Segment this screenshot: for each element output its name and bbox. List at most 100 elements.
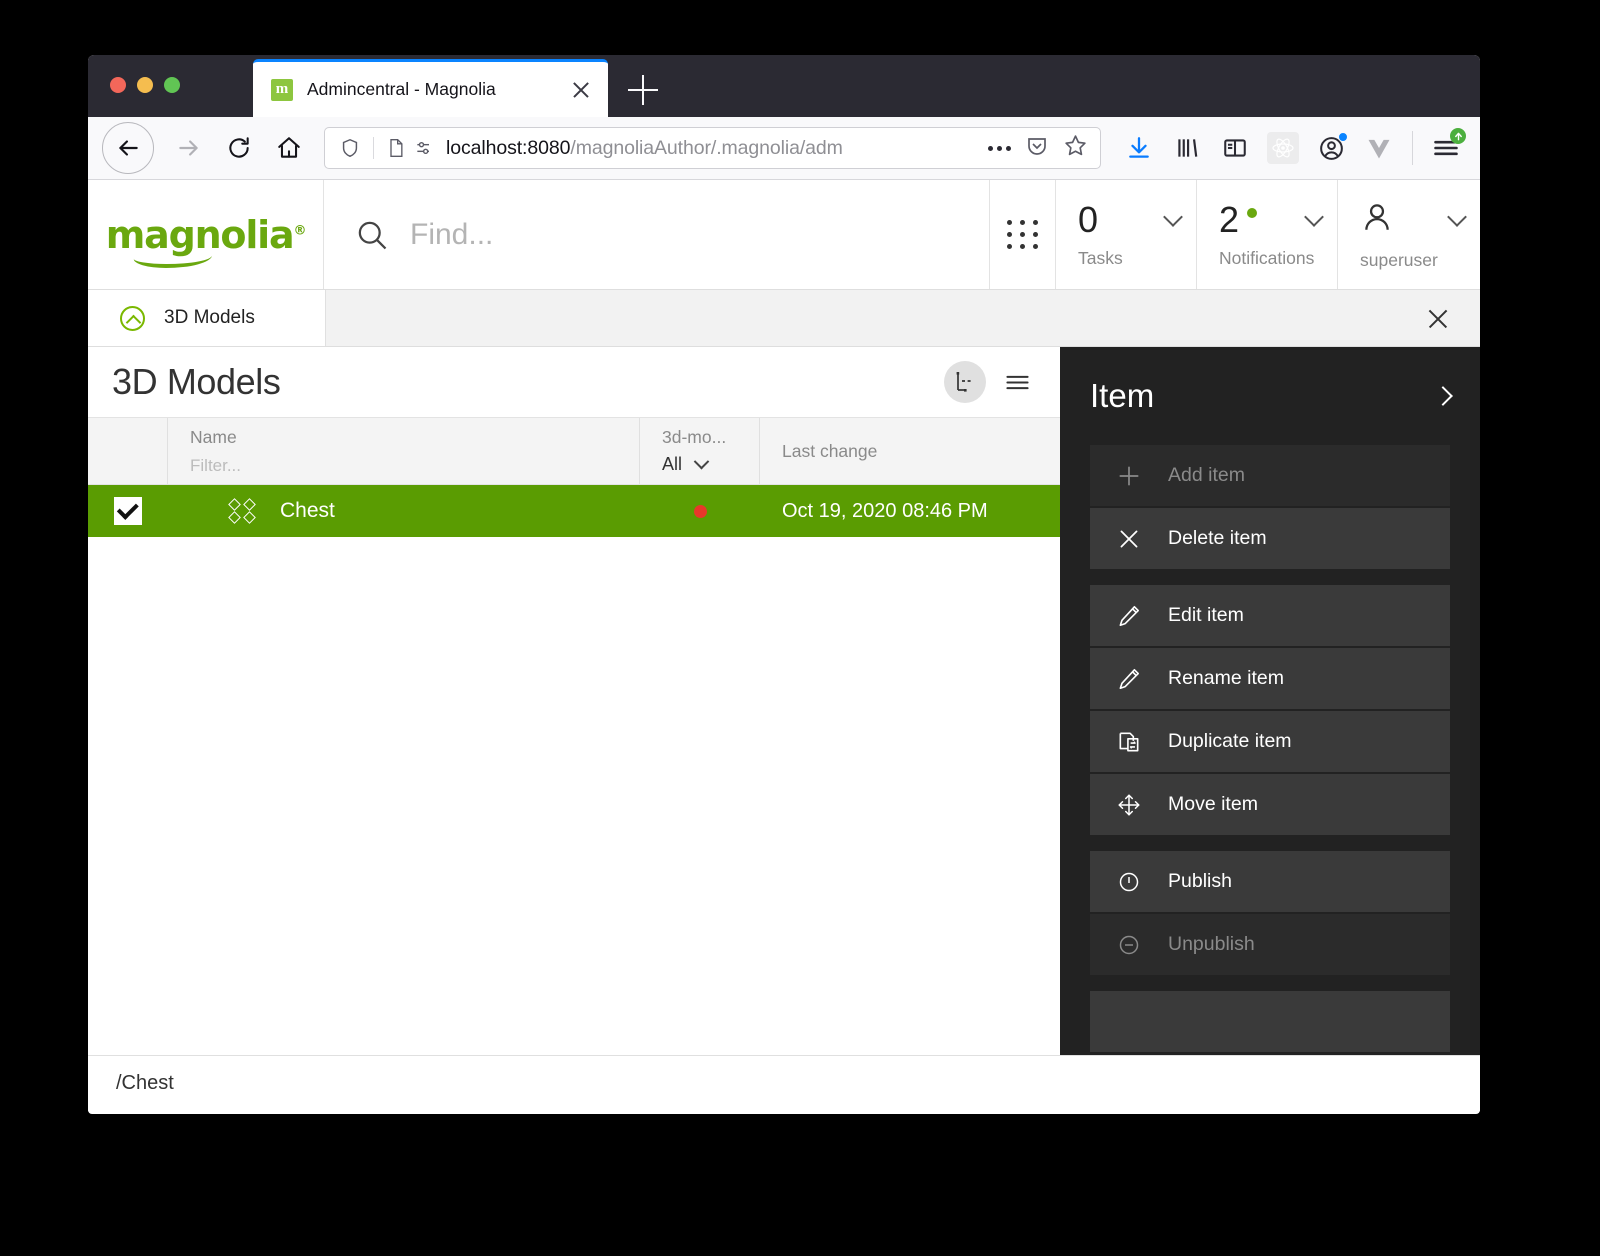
downloads-icon[interactable] [1115, 126, 1163, 170]
react-devtools-icon[interactable] [1259, 126, 1307, 170]
logo-swash [132, 246, 213, 268]
magnolia-favicon: m [271, 79, 293, 101]
column-header-select [88, 418, 168, 484]
state-filter-value: All [662, 454, 682, 475]
add-item-label: Add item [1168, 464, 1245, 487]
reload-button[interactable] [218, 127, 260, 169]
list-view-button[interactable] [996, 361, 1038, 403]
search-placeholder: Find... [410, 218, 493, 252]
column-header-last-change: Last change [760, 418, 1060, 484]
page-info-icon[interactable] [386, 137, 406, 159]
clipped-action[interactable] [1090, 991, 1450, 1052]
pocket-icon[interactable] [1025, 134, 1049, 163]
url-path: /magnoliaAuthor/.magnolia/adm [570, 137, 842, 159]
url-bar[interactable]: localhost:8080/magnoliaAuthor/.magnolia/… [324, 127, 1101, 169]
app-tab-label: 3D Models [164, 307, 255, 329]
status-badge [694, 505, 707, 518]
publish-label: Publish [1168, 870, 1232, 893]
notifications-widget[interactable]: 2 Notifications [1197, 180, 1338, 289]
actions-group-1: Add item Delete item [1090, 445, 1450, 569]
minimize-window-button[interactable] [137, 77, 153, 93]
edit-item-action[interactable]: Edit item [1090, 585, 1450, 646]
rename-item-action[interactable]: Rename item [1090, 648, 1450, 709]
main-body: 3D Models [88, 347, 1480, 1055]
close-app-icon[interactable] [1426, 307, 1450, 331]
app-tabbar: 3D Models [88, 290, 1480, 347]
actions-panel-title: Item [1090, 377, 1436, 415]
edit-item-label: Edit item [1168, 604, 1244, 627]
move-item-label: Move item [1168, 793, 1258, 816]
row-name: Chest [280, 499, 335, 523]
table-row[interactable]: Chest Oct 19, 2020 08:46 PM [88, 485, 1060, 537]
page-title: 3D Models [112, 361, 944, 403]
browser-window: m Admincentral - Magnolia [88, 55, 1480, 1114]
toolbar-divider [1412, 131, 1413, 165]
magnolia-logo-text: magnolia® [106, 216, 306, 254]
library-icon[interactable] [1163, 126, 1211, 170]
close-x-icon [1090, 526, 1168, 552]
duplicate-item-action[interactable]: Duplicate item [1090, 711, 1450, 772]
duplicate-icon [1090, 729, 1168, 755]
page-actions-icon[interactable] [988, 146, 1011, 151]
column-header-name: Name Filter... [168, 418, 640, 484]
add-item-action[interactable]: Add item [1090, 445, 1450, 506]
tasks-widget[interactable]: 0 Tasks [1056, 180, 1197, 289]
app-menu-icon[interactable] [1422, 126, 1470, 170]
new-tab-button[interactable] [628, 75, 658, 105]
state-filter-select[interactable]: All [662, 454, 759, 475]
apps-launcher-button[interactable] [990, 180, 1056, 289]
name-filter-input[interactable]: Filter... [190, 456, 639, 476]
delete-item-action[interactable]: Delete item [1090, 508, 1450, 569]
move-arrows-icon [1090, 792, 1168, 818]
url-text: localhost:8080/magnoliaAuthor/.magnolia/… [446, 137, 978, 160]
unpublish-action[interactable]: Unpublish [1090, 914, 1450, 975]
row-status-cell [640, 485, 760, 537]
maximize-window-button[interactable] [164, 77, 180, 93]
rename-item-label: Rename item [1168, 667, 1284, 690]
actions-panel: Item Add item [1060, 347, 1480, 1055]
window-controls [110, 77, 180, 93]
permissions-icon[interactable] [414, 137, 434, 159]
pencil-icon [1090, 603, 1168, 629]
row-checkbox[interactable] [114, 497, 142, 525]
close-window-button[interactable] [110, 77, 126, 93]
browser-tab[interactable]: m Admincentral - Magnolia [253, 59, 608, 117]
status-bar: /Chest [88, 1055, 1480, 1111]
forward-button[interactable] [168, 127, 210, 169]
close-tab-icon[interactable] [568, 77, 594, 103]
tasks-label: Tasks [1078, 248, 1196, 269]
bookmark-star-icon[interactable] [1063, 133, 1088, 163]
chevron-down-icon[interactable] [1447, 207, 1467, 227]
back-button[interactable] [102, 122, 154, 174]
publish-action[interactable]: Publish [1090, 851, 1450, 912]
home-button[interactable] [268, 127, 310, 169]
browser-navbar: localhost:8080/magnoliaAuthor/.magnolia/… [88, 117, 1480, 180]
notifications-badge-dot [1247, 208, 1257, 218]
chevron-right-icon[interactable] [1433, 386, 1453, 406]
shield-icon[interactable] [339, 137, 361, 159]
move-item-action[interactable]: Move item [1090, 774, 1450, 835]
actions-group-3: Publish Unpublish [1090, 851, 1450, 975]
user-widget[interactable]: superuser [1338, 180, 1480, 289]
vue-devtools-icon[interactable] [1355, 126, 1403, 170]
search-icon [354, 217, 390, 253]
sidebar-icon[interactable] [1211, 126, 1259, 170]
actions-group-2: Edit item Rename item [1090, 585, 1450, 835]
account-badge-dot [1338, 132, 1348, 142]
row-checkbox-cell [88, 485, 168, 537]
column-label-state: 3d-mo... [662, 427, 759, 448]
url-host: localhost:8080 [446, 137, 570, 159]
grid-dots-icon [1007, 220, 1039, 249]
content-area: 3D Models [88, 347, 1060, 1055]
notifications-number: 2 [1219, 199, 1239, 240]
user-name: superuser [1360, 250, 1480, 271]
chevron-up-circle-icon [120, 306, 145, 331]
app-tab-3d-models[interactable]: 3D Models [88, 290, 326, 346]
model-3d-icon [230, 500, 256, 522]
search-input[interactable]: Find... [324, 180, 990, 289]
account-icon[interactable] [1307, 126, 1355, 170]
column-label-name: Name [190, 427, 639, 448]
actions-group-4 [1090, 991, 1450, 1052]
magnolia-logo[interactable]: magnolia® [88, 180, 324, 289]
tree-view-button[interactable] [944, 361, 986, 403]
